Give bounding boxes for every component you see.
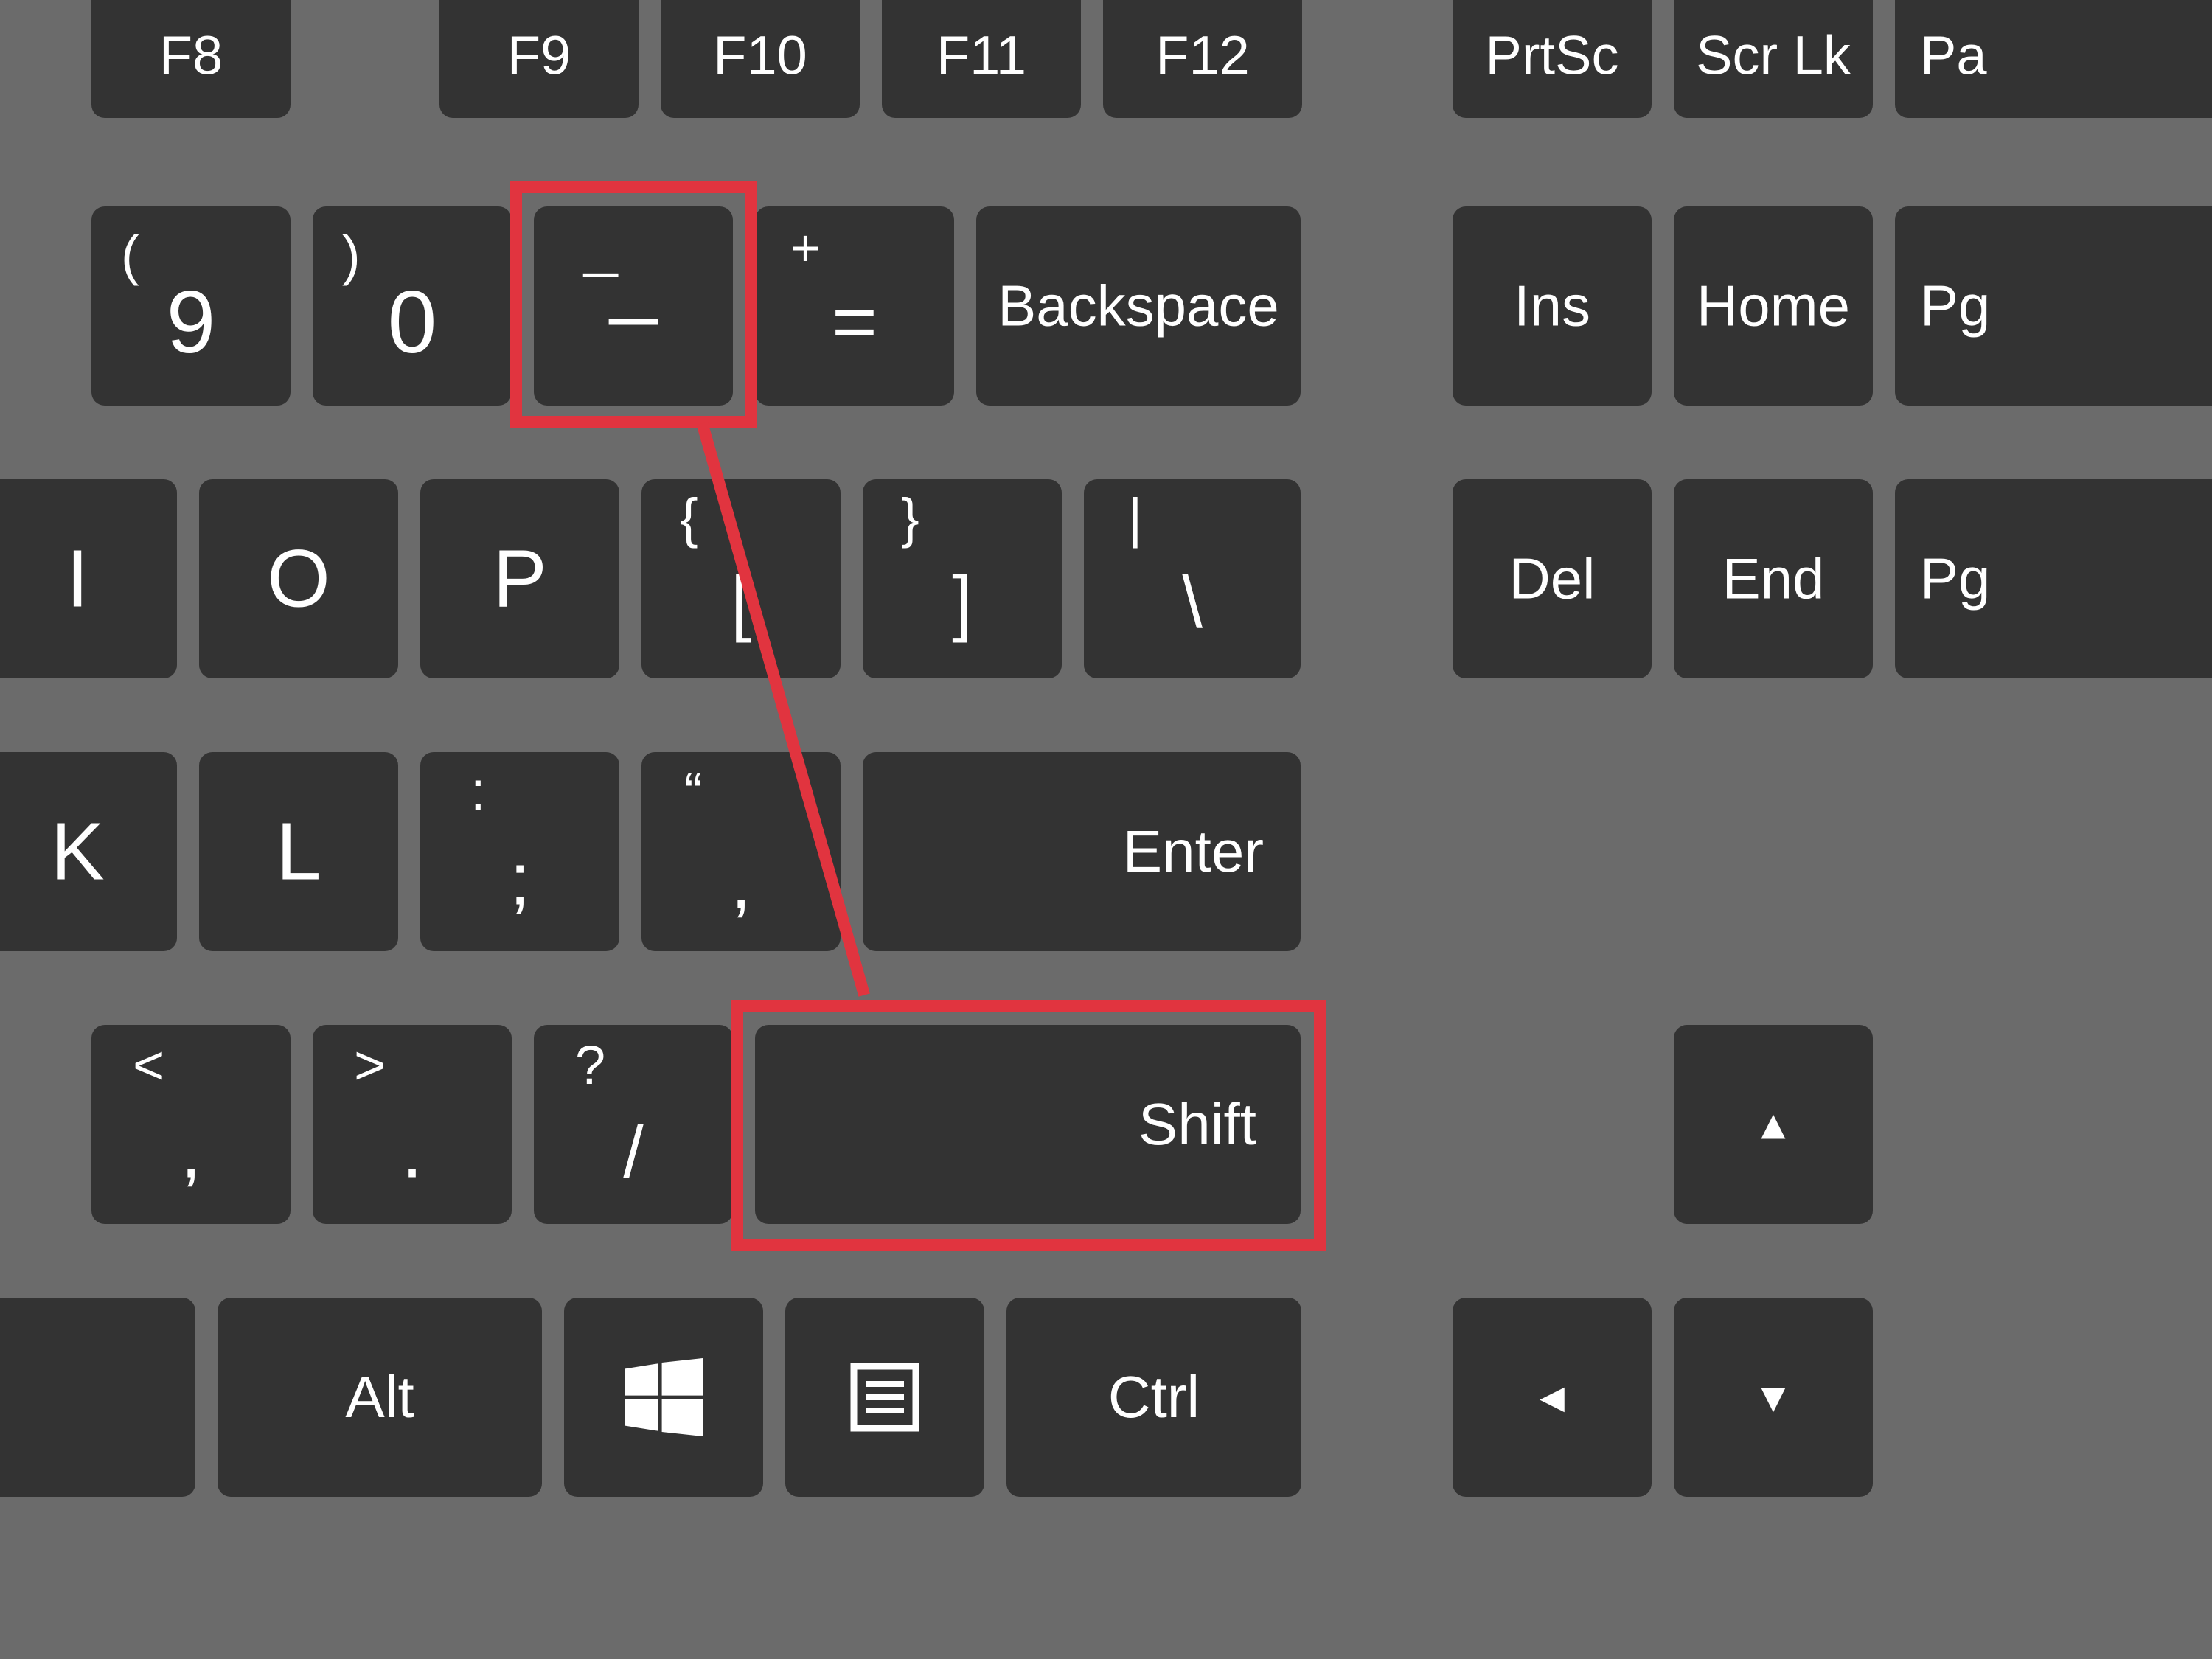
p-key[interactable]: P [420, 479, 619, 678]
zero-key[interactable]: ) 0 [313, 206, 512, 406]
key-label: F11 [936, 24, 1026, 86]
key-label: O [267, 532, 330, 626]
key-label: Scr Lk [1696, 24, 1851, 86]
key-label: Pg [1920, 546, 1990, 613]
end-key[interactable]: End [1674, 479, 1873, 678]
home-key[interactable]: Home [1674, 206, 1873, 406]
semicolon-key[interactable]: : ; [420, 752, 619, 951]
key-label: F9 [507, 24, 571, 86]
key-lower: 9 [167, 271, 216, 373]
minus-key[interactable]: _ – [534, 206, 733, 406]
backspace-key[interactable]: Backspace [976, 206, 1301, 406]
up-arrow-key[interactable]: ▲ [1674, 1025, 1873, 1224]
key-label: F10 [713, 24, 807, 86]
pgup-key-partial[interactable]: Pg [1895, 206, 2212, 406]
scrlk-key[interactable]: Scr Lk [1674, 0, 1873, 118]
key-lower: / [623, 1110, 644, 1194]
key-label: F12 [1155, 24, 1250, 86]
key-label: End [1722, 546, 1825, 613]
left-arrow-icon: ◄ [1531, 1374, 1572, 1422]
key-label: L [276, 805, 321, 899]
key-label: Ctrl [1108, 1363, 1200, 1431]
bracket-close-key[interactable]: } ] [863, 479, 1062, 678]
windows-icon [625, 1358, 703, 1436]
key-label: P [493, 532, 546, 626]
key-label: Backspace [998, 273, 1279, 340]
up-arrow-icon: ▲ [1753, 1101, 1793, 1149]
slash-key[interactable]: ? / [534, 1025, 733, 1224]
shift-key[interactable]: Shift [755, 1025, 1301, 1224]
ins-key[interactable]: Ins [1453, 206, 1652, 406]
key-label: Shift [1138, 1091, 1256, 1158]
key-label: I [66, 532, 89, 626]
key-lower: [ [731, 560, 751, 645]
key-label: Ins [1514, 273, 1590, 340]
period-key[interactable]: > . [313, 1025, 512, 1224]
equals-key[interactable]: + = [755, 206, 954, 406]
ctrl-key[interactable]: Ctrl [1006, 1298, 1301, 1497]
key-upper: ( [121, 224, 139, 287]
windows-key[interactable] [564, 1298, 763, 1497]
o-key[interactable]: O [199, 479, 398, 678]
key-lower: ; [509, 837, 530, 922]
k-key[interactable]: K [0, 752, 177, 951]
key-label: Pg [1920, 273, 1990, 340]
l-key[interactable]: L [199, 752, 398, 951]
key-label: Home [1697, 273, 1850, 340]
key-upper: “ [684, 761, 703, 824]
backslash-key[interactable]: | \ [1084, 479, 1301, 678]
enter-key[interactable]: Enter [863, 752, 1301, 951]
key-label: Del [1509, 546, 1595, 613]
key-label: Enter [1123, 818, 1264, 886]
key-label: F8 [159, 24, 223, 86]
blank-key[interactable] [0, 1298, 195, 1497]
key-lower: \ [1182, 560, 1203, 645]
f12-key[interactable]: F12 [1103, 0, 1302, 118]
pa-key-partial[interactable]: Pa [1895, 0, 2212, 118]
key-lower: , [181, 1110, 201, 1194]
key-upper: : [470, 759, 486, 822]
key-lower: 0 [388, 271, 437, 373]
f10-key[interactable]: F10 [661, 0, 860, 118]
key-label: K [50, 805, 104, 899]
nine-key[interactable]: ( 9 [91, 206, 291, 406]
key-upper: ) [342, 224, 361, 287]
key-lower: – [609, 263, 658, 365]
prtsc-key[interactable]: PrtSc [1453, 0, 1652, 118]
alt-key[interactable]: Alt [218, 1298, 542, 1497]
key-lower: = [832, 277, 877, 366]
key-upper: + [790, 218, 821, 277]
key-upper: ? [575, 1034, 605, 1096]
f11-key[interactable]: F11 [882, 0, 1081, 118]
key-upper: } [901, 487, 919, 549]
f9-key[interactable]: F9 [439, 0, 639, 118]
key-upper: { [680, 487, 698, 549]
menu-key[interactable] [785, 1298, 984, 1497]
pgdn-key-partial[interactable]: Pg [1895, 479, 2212, 678]
i-key[interactable]: I [0, 479, 177, 678]
del-key[interactable]: Del [1453, 479, 1652, 678]
key-lower: , [731, 841, 751, 926]
down-arrow-key[interactable]: ▼ [1674, 1298, 1873, 1497]
f8-key[interactable]: F8 [91, 0, 291, 118]
key-upper: | [1128, 487, 1142, 549]
key-lower: ] [952, 560, 973, 645]
left-arrow-key[interactable]: ◄ [1453, 1298, 1652, 1497]
key-label: PrtSc [1486, 24, 1619, 86]
key-label: Alt [345, 1363, 414, 1431]
key-lower: . [402, 1110, 422, 1194]
bracket-open-key[interactable]: { [ [641, 479, 841, 678]
menu-icon [848, 1360, 922, 1434]
quote-key[interactable]: “ , [641, 752, 841, 951]
key-label: Pa [1920, 24, 1987, 86]
key-upper: > [354, 1034, 386, 1096]
comma-key[interactable]: < , [91, 1025, 291, 1224]
keyboard-diagram: F8 F9 F10 F11 F12 PrtSc Scr Lk Pa ( 9 ) … [0, 0, 2212, 1659]
key-upper: < [133, 1034, 164, 1096]
down-arrow-icon: ▼ [1753, 1374, 1793, 1422]
